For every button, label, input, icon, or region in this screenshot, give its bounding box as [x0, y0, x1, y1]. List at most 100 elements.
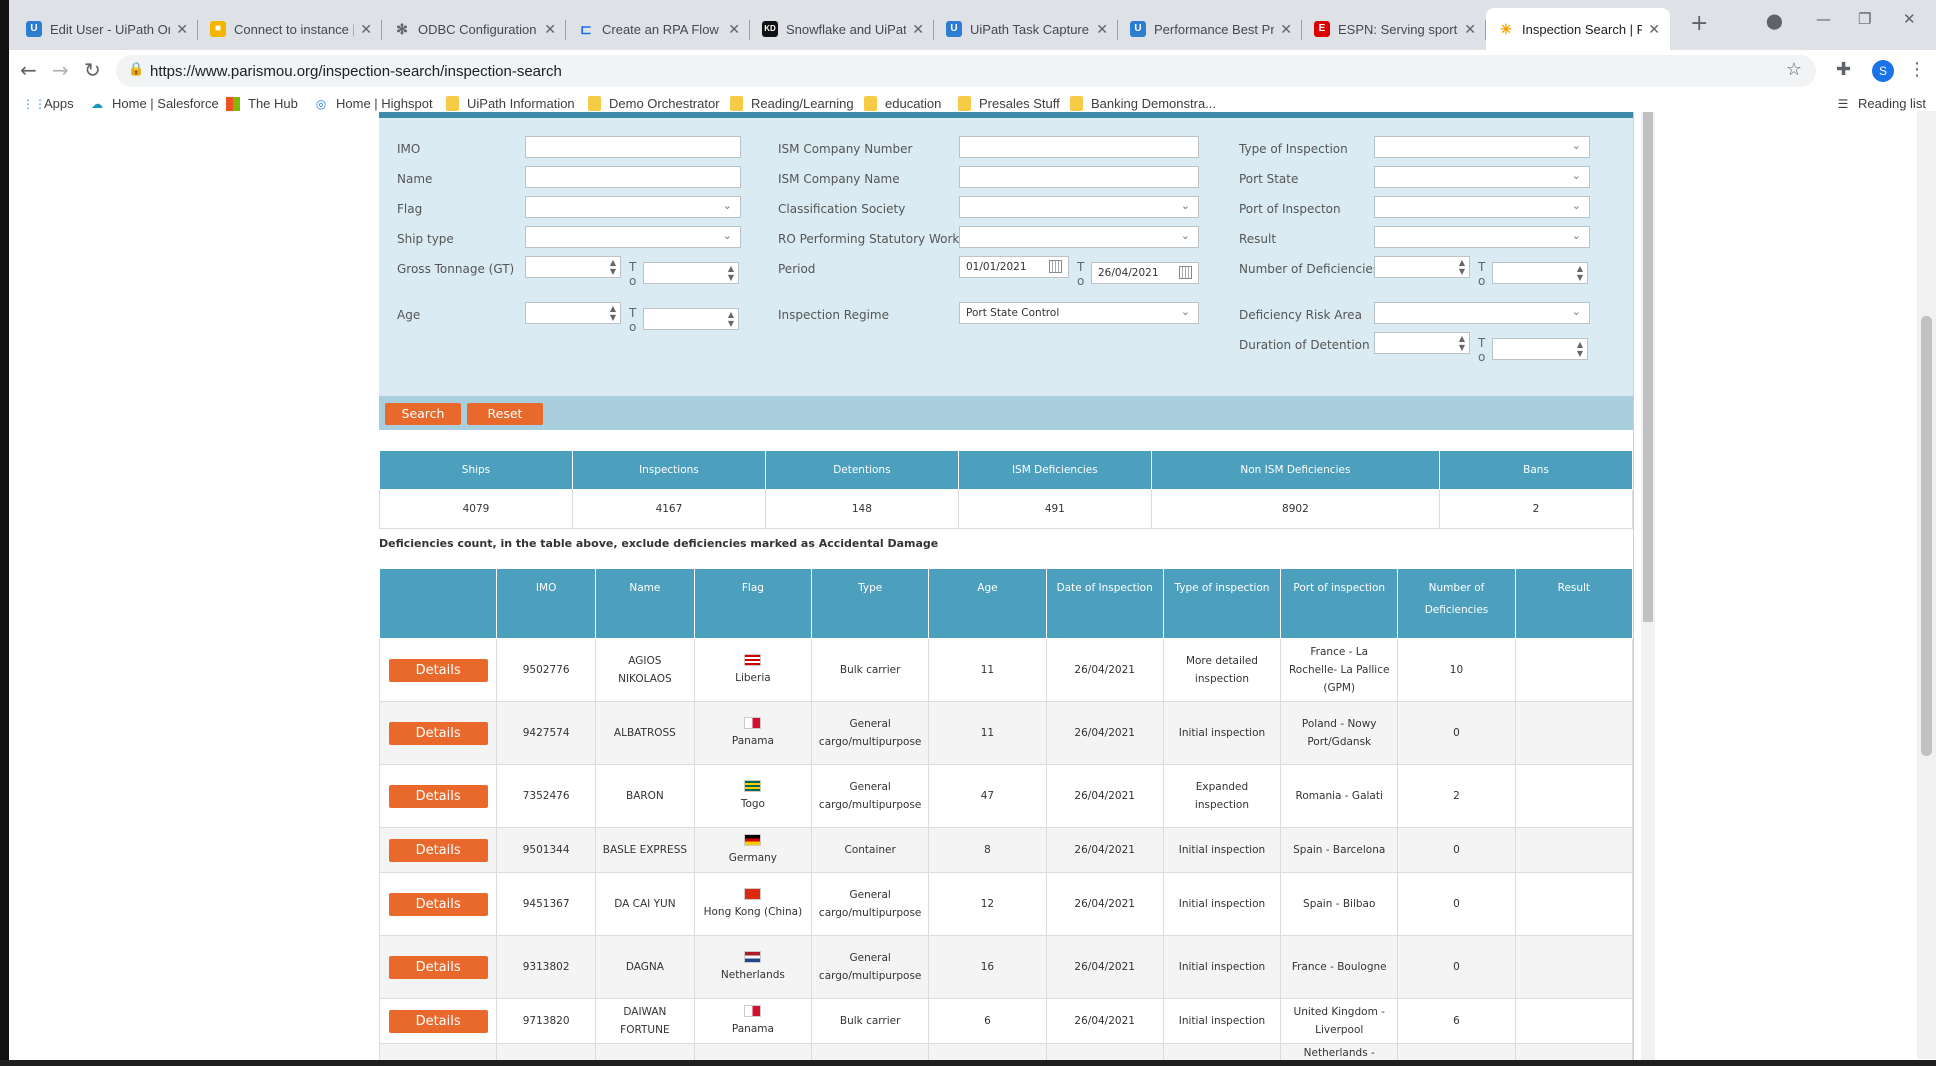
bookmark-apps[interactable]: ⋮⋮ Apps: [22, 96, 74, 111]
tab-connect-instance[interactable]: ■Connect to instance | Box✕: [198, 8, 382, 50]
close-tab-icon[interactable]: ✕: [1280, 21, 1292, 37]
tab-edit-user[interactable]: UEdit User - UiPath Orchestrator✕: [14, 8, 198, 50]
result-select[interactable]: ⌄: [1374, 226, 1590, 248]
deficiencies-from[interactable]: ▲ ▼: [1374, 256, 1470, 278]
details-button[interactable]: Details: [388, 658, 488, 682]
details-button[interactable]: Details: [388, 955, 488, 979]
header-imo[interactable]: IMO: [496, 568, 597, 639]
calendar-icon[interactable]: [1179, 266, 1192, 279]
back-icon[interactable]: ←: [20, 59, 37, 81]
minimize-icon[interactable]: —: [1816, 10, 1831, 28]
bookmark-salesforce[interactable]: ☁ Home | Salesforce: [90, 96, 219, 111]
deficiencies-to[interactable]: ▲ ▼: [1492, 262, 1588, 284]
close-tab-icon[interactable]: ✕: [544, 21, 556, 37]
close-tab-icon[interactable]: ✕: [1096, 21, 1108, 37]
inner-scrollbar[interactable]: [1641, 112, 1655, 1060]
period-to-input[interactable]: 26/04/2021: [1091, 262, 1199, 284]
bookmark-star-icon[interactable]: ☆: [1786, 59, 1802, 80]
new-tab-button[interactable]: +: [1690, 12, 1708, 36]
imo-input[interactable]: [525, 136, 741, 158]
spinner-icon[interactable]: ▲ ▼: [1577, 264, 1583, 282]
tab-espn[interactable]: EESPN: Serving sports fans✕: [1302, 8, 1486, 50]
close-tab-icon[interactable]: ✕: [728, 21, 740, 37]
detention-from[interactable]: ▲ ▼: [1374, 332, 1470, 354]
tab-rpa-flow[interactable]: ⊏Create an RPA Flow that✕: [566, 8, 750, 50]
header-name[interactable]: Name: [595, 568, 695, 639]
bookmark-highspot[interactable]: ◎ Home | Highspot: [314, 96, 433, 111]
name-input[interactable]: [525, 166, 741, 188]
inner-scrollbar-thumb[interactable]: [1643, 112, 1653, 622]
restore-icon[interactable]: ❐: [1858, 10, 1871, 28]
header-age[interactable]: Age: [928, 568, 1047, 639]
avatar[interactable]: S: [1872, 60, 1894, 82]
details-button[interactable]: Details: [388, 892, 488, 916]
details-button[interactable]: Details: [388, 784, 488, 808]
ro-performing-select[interactable]: ⌄: [959, 226, 1199, 248]
bookmark-education[interactable]: education: [864, 96, 941, 111]
forward-icon[interactable]: →: [52, 59, 69, 81]
details-button[interactable]: Details: [388, 838, 488, 862]
tab-odbc[interactable]: ✻ODBC Configuration and Connection✕: [382, 8, 566, 50]
reload-icon[interactable]: ↻: [84, 59, 101, 81]
close-tab-icon[interactable]: ✕: [1648, 21, 1660, 37]
header-inspection-type[interactable]: Type of inspection: [1162, 568, 1282, 639]
spinner-icon[interactable]: ▲ ▼: [728, 310, 734, 328]
page-scrollbar[interactable]: [1917, 111, 1936, 1059]
details-button[interactable]: Details: [388, 721, 488, 745]
close-tab-icon[interactable]: ✕: [1464, 21, 1476, 37]
search-button[interactable]: Search: [385, 403, 461, 425]
classification-society-select[interactable]: ⌄: [959, 196, 1199, 218]
inspection-regime-select[interactable]: Port State Control ⌄: [959, 302, 1199, 324]
deficiency-risk-area-select[interactable]: ⌄: [1374, 302, 1590, 324]
tab-performance[interactable]: UPerformance Best Practices✕: [1118, 8, 1302, 50]
period-from-input[interactable]: 01/01/2021: [959, 256, 1069, 278]
reset-button[interactable]: Reset: [467, 403, 543, 425]
header-result[interactable]: Result: [1514, 568, 1634, 639]
ism-company-number-input[interactable]: [959, 136, 1199, 158]
type-of-inspection-select[interactable]: ⌄: [1374, 136, 1590, 158]
address-bar[interactable]: 🔒 https://www.parismou.org/inspection-se…: [116, 55, 1816, 87]
tab-snowflake-uipath[interactable]: KD Snowflake and UiPath ✕: [750, 8, 934, 50]
spinner-icon[interactable]: ▲ ▼: [610, 304, 616, 322]
page-scrollbar-thumb[interactable]: [1921, 316, 1932, 756]
ism-company-name-input[interactable]: [959, 166, 1199, 188]
calendar-icon[interactable]: [1049, 260, 1062, 273]
url-text[interactable]: https://www.parismou.org/inspection-sear…: [150, 63, 562, 80]
bookmark-presales[interactable]: Presales Stuff: [958, 96, 1060, 111]
age-to[interactable]: ▲ ▼: [643, 308, 739, 330]
bookmark-the-hub[interactable]: The Hub: [226, 96, 298, 111]
close-tab-icon[interactable]: ✕: [360, 21, 372, 37]
header-flag[interactable]: Flag: [693, 568, 813, 639]
header-date[interactable]: Date of Inspection: [1045, 568, 1164, 639]
spinner-icon[interactable]: ▲ ▼: [610, 258, 616, 276]
details-button[interactable]: Details: [388, 1009, 488, 1033]
tab-search-icon[interactable]: ⬤: [1766, 12, 1783, 30]
extensions-icon[interactable]: ✚: [1836, 59, 1851, 80]
close-window-icon[interactable]: ✕: [1903, 10, 1916, 28]
close-tab-icon[interactable]: ✕: [176, 21, 188, 37]
port-of-inspection-select[interactable]: ⌄: [1374, 196, 1590, 218]
gross-tonnage-from[interactable]: ▲ ▼: [525, 256, 621, 278]
tab-inspection-search[interactable]: ✳Inspection Search | Paris MoU✕: [1486, 8, 1670, 50]
reading-list[interactable]: ☰ Reading list: [1836, 96, 1926, 111]
age-from[interactable]: ▲ ▼: [525, 302, 621, 324]
close-tab-icon[interactable]: ✕: [912, 21, 924, 37]
spinner-icon[interactable]: ▲ ▼: [1459, 334, 1465, 352]
spinner-icon[interactable]: ▲ ▼: [728, 264, 734, 282]
header-type[interactable]: Type: [811, 568, 930, 639]
spinner-icon[interactable]: ▲ ▼: [1577, 340, 1583, 358]
spinner-icon[interactable]: ▲ ▼: [1459, 258, 1465, 276]
tab-task-capture[interactable]: U UiPath Task Capture ✕: [934, 8, 1118, 50]
flag-select[interactable]: ⌄: [525, 196, 741, 218]
port-state-select[interactable]: ⌄: [1374, 166, 1590, 188]
ship-type-select[interactable]: ⌄: [525, 226, 741, 248]
bookmark-uipath-info[interactable]: UiPath Information: [446, 96, 575, 111]
bookmark-demo-orchestrator[interactable]: Demo Orchestrator: [588, 96, 720, 111]
menu-icon[interactable]: ⋮: [1908, 59, 1926, 80]
bookmark-reading-learning[interactable]: Reading/Learning: [730, 96, 854, 111]
gross-tonnage-to[interactable]: ▲ ▼: [643, 262, 739, 284]
detention-to[interactable]: ▲ ▼: [1492, 338, 1588, 360]
header-port[interactable]: Port of inspection: [1280, 568, 1399, 639]
header-deficiencies[interactable]: Number of Deficiencies: [1397, 568, 1516, 639]
bookmark-banking[interactable]: Banking Demonstra...: [1070, 96, 1216, 111]
